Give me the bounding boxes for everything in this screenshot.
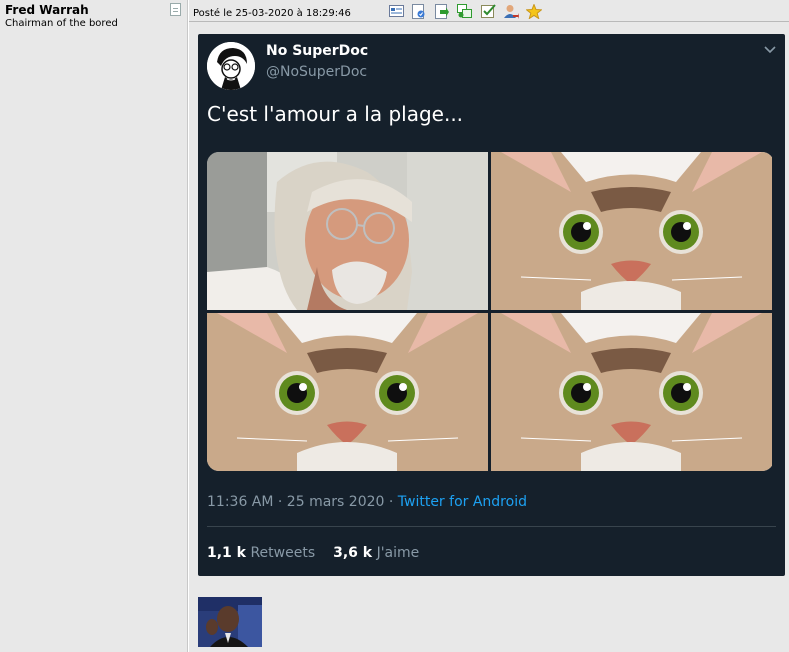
message-icon[interactable] bbox=[388, 3, 404, 19]
tweet-media-grid[interactable] bbox=[207, 152, 774, 471]
likes-count: 3,6 k bbox=[333, 545, 373, 561]
post-date: Posté le 25-03-2020 à 18:29:46 bbox=[193, 8, 351, 19]
tweet-divider bbox=[207, 526, 776, 527]
tweet-author-avatar[interactable] bbox=[207, 42, 255, 90]
embedded-tweet[interactable]: No SuperDoc @NoSuperDoc C'est l'amour a … bbox=[198, 34, 785, 576]
tweet-photo-cat[interactable] bbox=[491, 313, 772, 471]
user-icon[interactable] bbox=[503, 3, 519, 19]
signature-image bbox=[198, 597, 262, 647]
tweet-author-name[interactable]: No SuperDoc bbox=[266, 43, 368, 59]
star-icon[interactable] bbox=[526, 3, 542, 19]
edit-icon[interactable] bbox=[411, 3, 427, 19]
user-title: Chairman of the bored bbox=[5, 18, 118, 29]
tweet-stats: 1,1 k Retweets 3,6 k J'aime bbox=[207, 545, 419, 561]
tweet-photo-cat[interactable] bbox=[491, 152, 772, 310]
message-header: Posté le 25-03-2020 à 18:29:46 bbox=[189, 0, 789, 22]
user-column: Fred Warrah Chairman of the bored bbox=[0, 0, 188, 652]
tweet-photo-man[interactable] bbox=[207, 152, 488, 310]
retweets-stat[interactable]: 1,1 k Retweets bbox=[207, 545, 315, 561]
message-column: Posté le 25-03-2020 à 18:29:46 No SuperD… bbox=[189, 0, 789, 652]
tweet-text: C'est l'amour a la plage... bbox=[207, 102, 464, 126]
retweets-label: Retweets bbox=[246, 545, 316, 561]
post-toolbar bbox=[388, 3, 542, 19]
chevron-down-icon[interactable] bbox=[763, 42, 777, 56]
likes-label: J'aime bbox=[372, 545, 420, 561]
quote-icon[interactable] bbox=[457, 3, 473, 19]
tweet-timestamp[interactable]: 11:36 AM · 25 mars 2020 · bbox=[207, 494, 398, 510]
reply-icon[interactable] bbox=[434, 3, 450, 19]
username[interactable]: Fred Warrah bbox=[5, 3, 89, 17]
tweet-meta: 11:36 AM · 25 mars 2020 · Twitter for An… bbox=[207, 494, 527, 510]
check-icon[interactable] bbox=[480, 3, 496, 19]
tweet-photo-cat[interactable] bbox=[207, 313, 488, 471]
likes-stat[interactable]: 3,6 k J'aime bbox=[333, 545, 419, 561]
profile-page-icon[interactable] bbox=[170, 3, 181, 16]
tweet-source-link[interactable]: Twitter for Android bbox=[398, 494, 527, 510]
retweets-count: 1,1 k bbox=[207, 545, 246, 561]
tweet-author-handle[interactable]: @NoSuperDoc bbox=[266, 64, 367, 80]
